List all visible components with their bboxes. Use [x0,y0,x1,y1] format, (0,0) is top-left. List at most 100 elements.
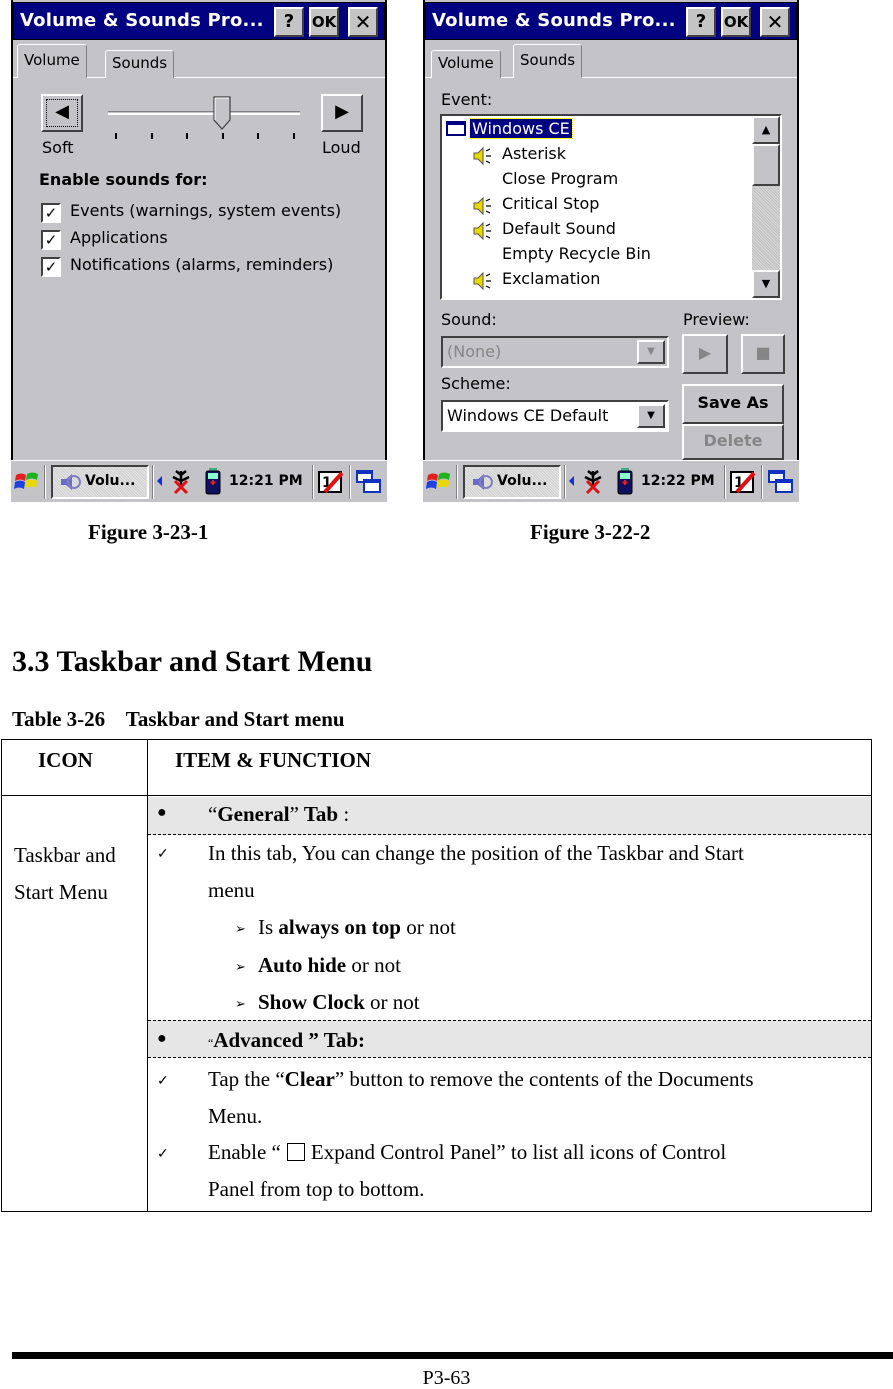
quote-close: ” [289,802,299,826]
taskbar-clock[interactable]: 12:22 PM [641,473,715,489]
start-button-windows-flag-icon[interactable] [14,469,40,495]
volume-slider-thumb[interactable] [213,96,231,130]
up-arrow-icon: ▲ [761,123,771,136]
option-show-clock: Show Clock or not [258,990,420,1015]
taskbar-divider [456,465,458,499]
sound-combobox[interactable]: (None) ▼ [441,336,669,368]
advanced-clear-line: Menu. [208,1104,263,1128]
event-root-windows-ce[interactable]: Windows CE [469,118,573,139]
close-button[interactable]: ✕ [348,7,378,37]
enable-sounds-heading: Enable sounds for: [39,170,208,189]
scroll-down-button[interactable]: ▼ [752,270,780,298]
input-panel-pen-icon[interactable]: 1 [317,468,345,496]
events-checkbox[interactable]: ✓ [41,203,61,223]
scheme-label: Scheme: [441,374,511,393]
show-desktop-windows-icon[interactable] [355,468,383,496]
taskbar-volume-app-button[interactable]: Volu... [51,465,149,499]
scheme-value: Windows CE Default [447,406,609,425]
checkmark-bullet-icon: ✓ [157,1074,169,1089]
volume-sounds-window: Volume & Sounds Pro... ? OK ✕ Volume Sou… [11,0,387,460]
tab-volume[interactable]: Volume [17,44,87,78]
advanced-expand-line: Panel from top to bottom. [208,1177,425,1201]
event-list-item[interactable]: Default Sound [502,219,616,238]
taskbar-volume-app-button[interactable]: Volu... [463,465,561,499]
taskbar-task-label: Volu... [497,473,548,489]
save-as-button[interactable]: Save As [682,384,784,424]
preview-stop-button[interactable]: ■ [741,334,785,374]
tray-expand-arrow-icon[interactable] [157,476,162,486]
down-arrow-icon: ▼ [761,277,771,290]
taskbar-clock[interactable]: 12:21 PM [229,473,303,489]
event-list-item[interactable]: Asterisk [502,144,566,163]
taskbar-task-label: Volu... [85,473,136,489]
event-list-scrollbar[interactable]: ▲ ▼ [752,116,780,298]
tab-sounds[interactable]: Sounds [513,44,583,78]
option-suffix: or not [364,990,420,1014]
volume-sounds-window: Volume & Sounds Pro... ? OK ✕ Volume Sou… [423,0,799,460]
bullet-dot-icon: ● [157,804,167,821]
tab-word: Tab [298,802,339,826]
start-button-windows-flag-icon[interactable] [426,469,452,495]
battery-icon[interactable] [201,467,225,495]
slider-tick [221,133,224,139]
volume-slider-track[interactable] [108,111,300,115]
event-list-item[interactable]: Exclamation [502,269,600,288]
tray-expand-arrow-icon[interactable] [569,476,574,486]
window-title: Volume & Sounds Pro... [432,10,676,31]
help-button[interactable]: ? [274,7,304,37]
slider-tick [186,133,189,139]
network-disconnected-icon[interactable] [581,467,605,495]
event-list-item[interactable]: Empty Recycle Bin [502,244,651,263]
quote-open: “ [208,802,218,826]
speaker-sound-icon [473,221,491,241]
scheme-dropdown-button[interactable]: ▼ [637,404,665,428]
screenshot-sounds-tab: Volume & Sounds Pro... ? OK ✕ Volume Sou… [423,0,799,502]
figure-caption-right: Figure 3-22-2 [530,520,651,544]
tab-volume[interactable]: Volume [431,50,501,78]
advanced-tab-heading: “Advanced ” Tab: [208,1028,365,1053]
clear-suffix: ” button to remove the contents of the D… [334,1067,754,1091]
help-button[interactable]: ? [686,7,716,37]
preview-play-button[interactable]: ▶ [682,334,728,374]
tab-sounds[interactable]: Sounds [105,50,175,78]
close-button[interactable]: ✕ [760,7,790,37]
input-panel-pen-icon[interactable]: 1 [729,468,757,496]
scroll-up-button[interactable]: ▲ [752,116,780,144]
sound-label: Sound: [441,310,497,329]
event-list-item[interactable]: Close Program [502,169,618,188]
play-icon: ▶ [698,343,712,362]
applications-checkbox[interactable]: ✓ [41,230,61,250]
ok-button[interactable]: OK [721,7,751,37]
checkbox-empty-icon [286,1143,305,1161]
option-name: always on top [278,915,401,939]
battery-icon[interactable] [613,467,637,495]
option-prefix: Is [258,915,279,939]
taskbar-divider [44,465,46,499]
checkmark-bullet-icon: ✓ [157,1147,169,1162]
advanced-expand-line: Enable “ Expand Control Panel” to list al… [208,1140,726,1165]
title-bar: Volume & Sounds Pro... ? OK ✕ [425,2,797,40]
soft-label: Soft [42,138,74,157]
header-item-function: ITEM & FUNCTION [175,748,372,772]
scheme-combobox[interactable]: Windows CE Default ▼ [441,400,669,432]
network-disconnected-icon[interactable] [169,467,193,495]
notifications-label: Notifications (alarms, reminders) [70,255,334,274]
show-desktop-windows-icon[interactable] [767,468,795,496]
icon-cell-line: Start Menu [14,880,108,904]
volume-up-button[interactable]: ▶ [321,94,363,132]
advanced-clear-line: Tap the “Clear” button to remove the con… [208,1067,754,1092]
delete-button[interactable]: Delete [682,424,784,460]
event-list-item[interactable]: Critical Stop [502,194,599,213]
ok-button[interactable]: OK [309,7,339,37]
option-suffix: or not [346,953,401,977]
event-list[interactable]: Windows CE Asterisk Close Program Critical… [440,114,782,300]
notifications-checkbox[interactable]: ✓ [41,257,61,277]
checkmark-bullet-icon: ✓ [157,847,169,862]
chevron-down-icon: ▼ [647,410,655,421]
window-title: Volume & Sounds Pro... [20,10,264,31]
scroll-thumb[interactable] [752,144,780,186]
sound-dropdown-button[interactable]: ▼ [637,340,665,364]
volume-down-button[interactable]: ◀ [41,94,83,132]
checkmark-icon: ✓ [44,231,58,249]
icon-cell-line: Taskbar and [14,843,116,867]
